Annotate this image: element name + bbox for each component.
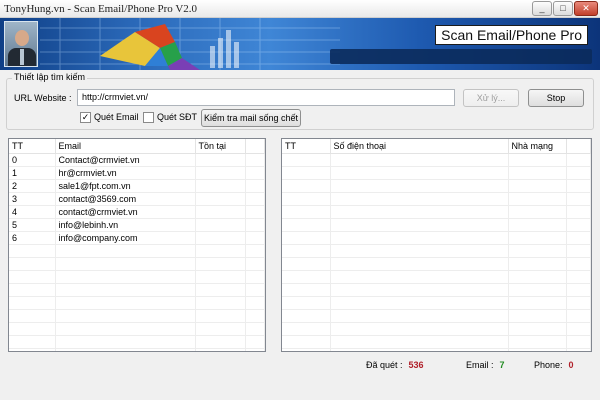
empty-row — [282, 270, 591, 284]
phone-count-value: 0 — [568, 360, 574, 370]
phone-count: Phone: 0 — [534, 360, 574, 370]
phone-count-label: Phone: — [534, 360, 563, 370]
row-exists — [195, 205, 246, 219]
row-index: 3 — [9, 192, 56, 206]
row-exists — [195, 166, 246, 180]
column-header-tt[interactable]: TT — [9, 139, 56, 154]
empty-row — [282, 192, 591, 206]
empty-row — [9, 283, 265, 297]
phone-table[interactable]: TT Số điện thoại Nhà mạng — [281, 138, 592, 352]
scan-email-checkbox[interactable]: ✓ — [80, 112, 91, 123]
empty-row — [282, 348, 591, 351]
row-exists — [195, 218, 246, 232]
row-email: sale1@fpt.com.vn — [55, 179, 196, 193]
row-index: 6 — [9, 231, 56, 245]
banner-graphic — [40, 18, 340, 70]
email-count-label: Email : — [466, 360, 494, 370]
minimize-icon: _ — [539, 3, 545, 13]
maximize-button[interactable]: □ — [553, 1, 573, 16]
column-header-tt[interactable]: TT — [282, 139, 331, 154]
row-exists — [195, 231, 246, 245]
banner-title: Scan Email/Phone Pro — [435, 25, 588, 45]
check-icon: ✓ — [81, 112, 90, 122]
empty-row — [282, 244, 591, 258]
row-email: info@company.com — [55, 231, 196, 245]
column-header-phone[interactable]: Số điện thoại — [330, 139, 509, 154]
row-email: Contact@crmviet.vn — [55, 153, 196, 167]
row-index: 2 — [9, 179, 56, 193]
table-row[interactable]: 5 info@lebinh.vn — [9, 218, 265, 232]
row-index: 4 — [9, 205, 56, 219]
row-index: 1 — [9, 166, 56, 180]
maximize-icon: □ — [560, 3, 566, 13]
scan-phone-checkbox[interactable] — [143, 112, 154, 123]
scan-email-label: Quét Email — [94, 112, 139, 122]
empty-row — [9, 270, 265, 284]
row-exists — [195, 153, 246, 167]
row-index: 5 — [9, 218, 56, 232]
empty-row — [9, 244, 265, 258]
empty-row — [282, 283, 591, 297]
scanned-label: Đã quét : — [366, 360, 403, 370]
url-input[interactable]: http://crmviet.vn/ — [77, 89, 455, 106]
empty-row — [9, 257, 265, 271]
column-header-carrier[interactable]: Nhà mạng — [508, 139, 567, 154]
row-exists — [195, 179, 246, 193]
table-row[interactable]: 1 hr@crmviet.vn — [9, 166, 265, 180]
email-count: Email : 7 — [466, 360, 505, 370]
check-mail-button[interactable]: Kiểm tra mail sống chết — [201, 109, 301, 127]
empty-row — [282, 335, 591, 349]
column-header-email[interactable]: Email — [55, 139, 196, 154]
row-exists — [195, 192, 246, 206]
header-banner: Scan Email/Phone Pro — [0, 18, 600, 70]
empty-row — [282, 322, 591, 336]
empty-row — [282, 218, 591, 232]
empty-row — [282, 179, 591, 193]
column-header-exists[interactable]: Tồn tại — [195, 139, 246, 154]
empty-row — [9, 309, 265, 323]
empty-row — [9, 296, 265, 310]
title-bar: TonyHung.vn - Scan Email/Phone Pro V2.0 … — [0, 0, 600, 18]
minimize-button[interactable]: _ — [532, 1, 552, 16]
window-title: TonyHung.vn - Scan Email/Phone Pro V2.0 — [4, 3, 198, 15]
email-count-value: 7 — [499, 360, 505, 370]
process-button[interactable]: Xử lý... — [463, 89, 519, 107]
empty-row — [282, 257, 591, 271]
row-email: info@lebinh.vn — [55, 218, 196, 232]
avatar — [4, 21, 38, 67]
empty-row — [282, 309, 591, 323]
close-button[interactable]: ✕ — [574, 1, 598, 16]
row-email: contact@crmviet.vn — [55, 205, 196, 219]
empty-row — [9, 322, 265, 336]
table-row[interactable]: 3 contact@3569.com — [9, 192, 265, 206]
empty-row — [282, 205, 591, 219]
empty-row — [282, 166, 591, 180]
row-email: contact@3569.com — [55, 192, 196, 206]
row-email: hr@crmviet.vn — [55, 166, 196, 180]
empty-row — [282, 231, 591, 245]
table-row[interactable]: 4 contact@crmviet.vn — [9, 205, 265, 219]
table-row[interactable]: 0 Contact@crmviet.vn — [9, 153, 265, 167]
banner-redacted-strip — [330, 49, 592, 64]
scanned-count: Đã quét : 536 — [366, 360, 424, 370]
empty-row — [9, 348, 265, 351]
close-icon: ✕ — [582, 3, 590, 13]
stop-button[interactable]: Stop — [528, 89, 584, 107]
scan-phone-label: Quét SĐT — [157, 112, 198, 122]
row-index: 0 — [9, 153, 56, 167]
empty-row — [282, 296, 591, 310]
url-label: URL Website : — [14, 93, 72, 103]
table-row[interactable]: 2 sale1@fpt.com.vn — [9, 179, 265, 193]
scanned-value: 536 — [408, 360, 424, 370]
table-row[interactable]: 6 info@company.com — [9, 231, 265, 245]
empty-row — [9, 335, 265, 349]
search-settings-label: Thiết lập tìm kiếm — [12, 72, 88, 82]
email-table[interactable]: TT Email Tồn tại 0 Contact@crmviet.vn 1 hr… — [8, 138, 266, 352]
empty-row — [282, 153, 591, 167]
